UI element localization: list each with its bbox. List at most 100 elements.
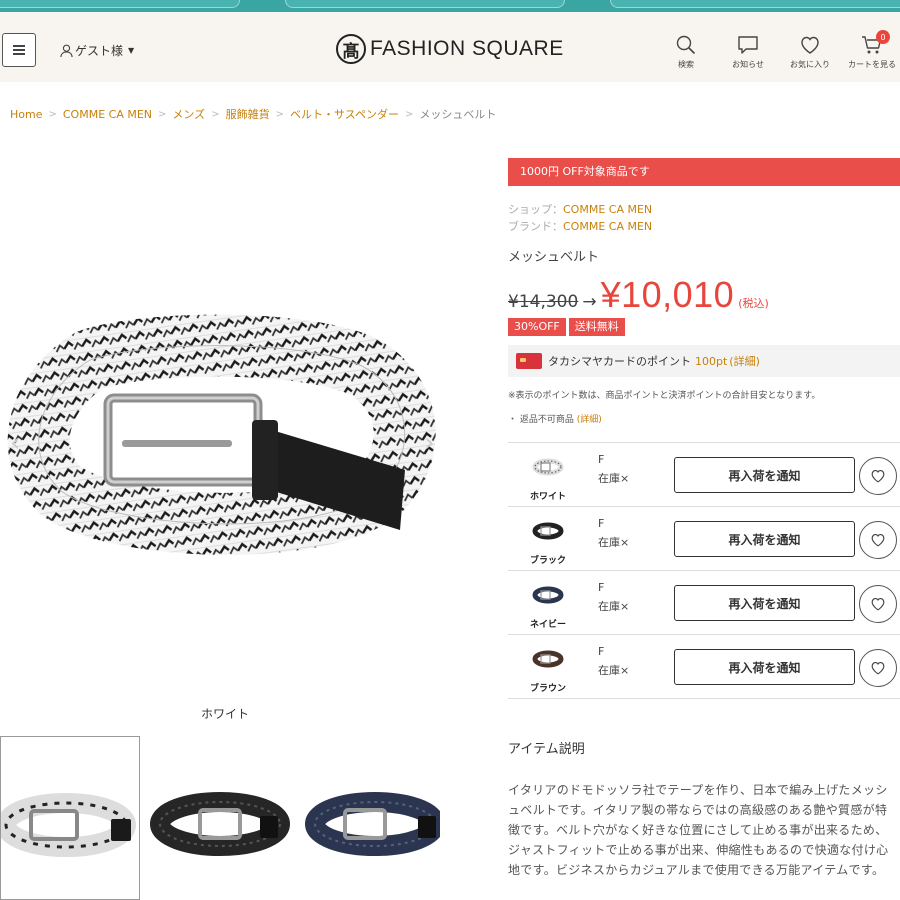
guest-label: ゲスト様	[75, 44, 124, 58]
favorites-label: お気に入り	[790, 60, 830, 69]
variant-stock: 在庫×	[598, 536, 630, 549]
hamburger-icon	[13, 49, 25, 51]
thumbnail-black[interactable]	[150, 736, 290, 900]
cart-count-badge: 0	[876, 30, 890, 44]
search-label: 検索	[678, 60, 694, 69]
gallery-next-button[interactable]: ›	[424, 428, 434, 458]
price-row: ¥14,300 → ¥10,010 (税込)	[508, 274, 769, 316]
tags: 30%OFF 送料無料	[508, 318, 625, 336]
variant-thumbnail	[532, 586, 564, 604]
breadcrumb-accessories[interactable]: 服飾雑貨	[226, 106, 270, 122]
bullet: ・	[508, 415, 518, 425]
hamburger-menu-button[interactable]	[2, 33, 36, 67]
favorite-button[interactable]	[859, 585, 897, 623]
cart-button[interactable]: 0 カートを見る	[842, 30, 900, 70]
points-text: タカシマヤカードのポイント	[548, 355, 691, 368]
variant-name: ブラック	[529, 556, 566, 566]
shop-line: ショップ：COMME CA MEN	[508, 201, 652, 217]
original-price: ¥14,300	[508, 292, 579, 312]
restock-notify-button[interactable]: 再入荷を通知	[674, 521, 855, 557]
tax-label: (税込)	[738, 297, 769, 310]
variant-stock: 在庫×	[598, 664, 630, 677]
notice-button[interactable]: お知らせ	[718, 34, 778, 70]
color-caption: ホワイト	[200, 707, 249, 721]
favorites-button[interactable]: お気に入り	[780, 34, 840, 70]
free-shipping-tag: 送料無料	[568, 318, 625, 336]
breadcrumb-shop[interactable]: COMME CA MEN	[63, 108, 152, 121]
variant-list: ホワイト F 在庫× 再入荷を通知 ブラック F 在庫× 再入荷を通知 ネイビー…	[508, 442, 900, 699]
chat-icon	[738, 36, 758, 54]
restock-notify-button[interactable]: 再入荷を通知	[674, 649, 855, 685]
sale-price: ¥10,010	[600, 274, 735, 315]
discount-tag: 30%OFF	[508, 318, 566, 336]
non-returnable-label: 返品不可商品	[519, 415, 574, 425]
breadcrumb-home[interactable]: Home	[10, 108, 42, 121]
top-banner	[0, 0, 900, 12]
site-logo[interactable]: 髙 FASHION SQUARE	[336, 34, 564, 64]
variant-name: ホワイト	[529, 492, 566, 502]
non-returnable-detail-link[interactable]: (詳細)	[577, 415, 602, 425]
user-icon	[60, 44, 73, 57]
brand-line: ブランド：COMME CA MEN	[508, 218, 652, 234]
breadcrumb-mens[interactable]: メンズ	[172, 106, 205, 122]
restock-notify-button[interactable]: 再入荷を通知	[674, 585, 855, 621]
cart-label: カートを見る	[848, 60, 896, 69]
variant-row-white: ホワイト F 在庫× 再入荷を通知	[508, 443, 900, 507]
favorite-button[interactable]	[859, 649, 897, 687]
notice-label: お知らせ	[732, 60, 764, 69]
variant-name: ブラウン	[529, 684, 566, 694]
product-main-image[interactable]	[0, 150, 450, 700]
breadcrumb-current: メッシュベルト	[419, 108, 497, 121]
shop-link[interactable]: COMME CA MEN	[563, 203, 652, 216]
non-returnable: ・ 返品不可商品 (詳細)	[508, 412, 602, 425]
breadcrumb-belts[interactable]: ベルト・サスペンダー	[290, 106, 399, 122]
variant-size: F	[598, 581, 605, 594]
product-name: メッシュベルト	[508, 250, 600, 265]
caret-down-icon: ▼	[128, 46, 135, 55]
shop-label: ショップ：	[508, 203, 563, 216]
favorite-button[interactable]	[859, 457, 897, 495]
description-title: アイテム説明	[508, 742, 585, 757]
favorite-button[interactable]	[859, 521, 897, 559]
variant-thumbnail	[532, 458, 564, 476]
variant-row-navy: ネイビー F 在庫× 再入荷を通知	[508, 571, 900, 635]
search-icon	[676, 35, 696, 55]
chevron-right-icon: >	[404, 108, 414, 120]
gallery-prev-button[interactable]: ‹	[10, 428, 20, 458]
chevron-right-icon: >	[211, 108, 220, 120]
search-button[interactable]: 検索	[656, 34, 716, 70]
guest-account-menu[interactable]: ゲスト様 ▼	[60, 42, 134, 59]
chevron-right-icon: >	[275, 108, 284, 120]
variant-row-black: ブラック F 在庫× 再入荷を通知	[508, 507, 900, 571]
brand-label: ブランド：	[508, 220, 563, 233]
chevron-right-icon: >	[158, 108, 167, 120]
variant-row-brown: ブラウン F 在庫× 再入荷を通知	[508, 635, 900, 699]
heart-icon	[871, 533, 885, 547]
price-arrow: →	[582, 292, 597, 312]
heart-icon	[801, 36, 819, 54]
discount-banner[interactable]: 1000円 OFF対象商品です	[508, 158, 900, 186]
points-note: ※表示のポイント数は、商品ポイントと決済ポイントの合計目安となります。	[508, 391, 821, 401]
points-detail-link[interactable]: (詳細)	[729, 353, 760, 369]
variant-stock: 在庫×	[598, 472, 630, 485]
points-value: 100pt	[695, 354, 728, 368]
thumbnail-navy[interactable]	[300, 736, 445, 900]
site-header: ゲスト様 ▼ 髙 FASHION SQUARE 検索 お知らせ お気に入り 0 …	[0, 12, 900, 82]
heart-icon	[871, 597, 885, 611]
points-box: タカシマヤカードのポイント 100pt (詳細)	[508, 345, 900, 377]
description-body: イタリアのドモドッソラ社でテープを作り、日本で編み上げたメッシュベルトです。イタ…	[508, 783, 889, 877]
heart-icon	[871, 661, 885, 675]
variant-size: F	[598, 517, 605, 530]
brand-link[interactable]: COMME CA MEN	[563, 220, 652, 233]
variant-stock: 在庫×	[598, 600, 630, 613]
logo-text: FASHION SQUARE	[370, 37, 564, 60]
variant-size: F	[598, 645, 605, 658]
heart-icon	[871, 469, 885, 483]
variant-name: ネイビー	[529, 620, 566, 630]
credit-card-icon	[516, 353, 542, 369]
thumbnail-white[interactable]	[0, 736, 140, 900]
restock-notify-button[interactable]: 再入荷を通知	[674, 457, 855, 493]
variant-thumbnail	[532, 650, 564, 668]
logo-mark: 髙	[336, 34, 366, 64]
chevron-right-icon: >	[48, 108, 57, 120]
